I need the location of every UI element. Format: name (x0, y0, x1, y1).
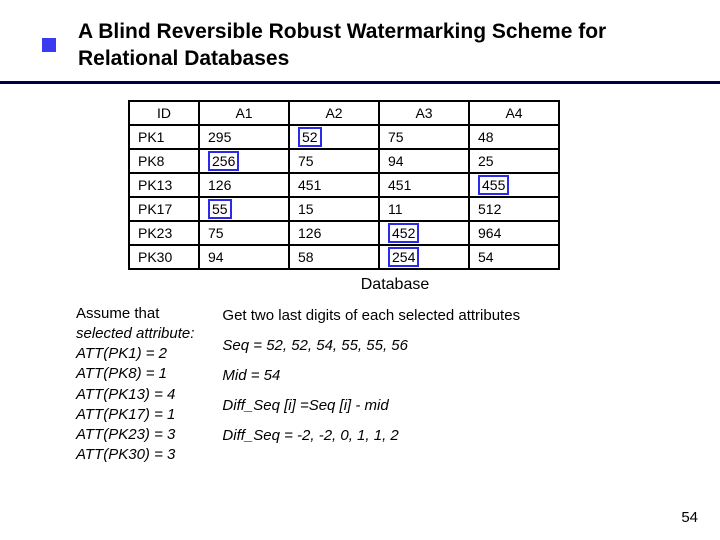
cell-a3: 75 (379, 125, 469, 149)
cell-a2: 58 (289, 245, 379, 269)
cell-a4: 48 (469, 125, 559, 149)
slide-header: A Blind Reversible Robust Watermarking S… (0, 0, 720, 84)
highlight-box: 256 (208, 151, 239, 171)
highlight-box: 455 (478, 175, 509, 195)
cell-a4: 964 (469, 221, 559, 245)
col-a4: A4 (469, 101, 559, 125)
att-line: ATT(PK8) = 1 (76, 364, 194, 384)
data-table-wrap: ID A1 A2 A3 A4 PK1295527548PK8256759425P… (128, 100, 720, 270)
table-row: PK309458 254 54 (129, 245, 559, 269)
cell-id: PK1 (129, 125, 199, 149)
diff-formula: Diff_Seq [i] =Seq [i] - mid (222, 394, 520, 418)
att-line: ATT(PK23) = 3 (76, 425, 194, 445)
cell-id: PK23 (129, 221, 199, 245)
att-line: ATT(PK17) = 1 (76, 405, 194, 425)
cell-a4: 25 (469, 149, 559, 173)
att-line: ATT(PK13) = 4 (76, 385, 194, 405)
cell-a2: 15 (289, 197, 379, 221)
col-a2: A2 (289, 101, 379, 125)
col-a3: A3 (379, 101, 469, 125)
lower-content: Assume that selected attribute: ATT(PK1)… (0, 304, 720, 466)
diff-seq: Diff_Seq = -2, -2, 0, 1, 1, 2 (222, 424, 520, 448)
table-row: PK2375126 452 964 (129, 221, 559, 245)
cell-a2: 126 (289, 221, 379, 245)
cell-a1: 256 (199, 149, 289, 173)
col-id: ID (129, 101, 199, 125)
table-caption: Database (70, 276, 720, 294)
cell-a3: 254 (379, 245, 469, 269)
page-number: 54 (681, 509, 698, 526)
cell-a3: 11 (379, 197, 469, 221)
cell-a1: 126 (199, 173, 289, 197)
table-row: PK8 256 759425 (129, 149, 559, 173)
highlight-box: 52 (298, 127, 322, 147)
cell-a3: 94 (379, 149, 469, 173)
cell-id: PK30 (129, 245, 199, 269)
att-line: ATT(PK1) = 2 (76, 344, 194, 364)
cell-a1: 55 (199, 197, 289, 221)
cell-a2: 75 (289, 149, 379, 173)
table-header-row: ID A1 A2 A3 A4 (129, 101, 559, 125)
assumptions-block: Assume that selected attribute: ATT(PK1)… (76, 304, 194, 466)
cell-a1: 75 (199, 221, 289, 245)
highlight-box: 452 (388, 223, 419, 243)
col-a1: A1 (199, 101, 289, 125)
table-row: PK13126451451455 (129, 173, 559, 197)
cell-a4: 54 (469, 245, 559, 269)
derivation-block: Get two last digits of each selected att… (222, 304, 520, 466)
mid-text: Mid = 54 (222, 364, 520, 388)
selected-attr-label: selected attribute: (76, 324, 194, 344)
cell-a2: 451 (289, 173, 379, 197)
cell-a3: 452 (379, 221, 469, 245)
table-row: PK1295 52 7548 (129, 125, 559, 149)
cell-a3: 451 (379, 173, 469, 197)
att-line: ATT(PK30) = 3 (76, 445, 194, 465)
highlight-box: 55 (208, 199, 232, 219)
cell-id: PK17 (129, 197, 199, 221)
data-table: ID A1 A2 A3 A4 PK1295527548PK8256759425P… (128, 100, 560, 270)
cell-a1: 94 (199, 245, 289, 269)
seq-text: Seq = 52, 52, 54, 55, 55, 56 (222, 334, 520, 358)
cell-id: PK13 (129, 173, 199, 197)
cell-a1: 295 (199, 125, 289, 149)
cell-a4: 512 (469, 197, 559, 221)
highlight-box: 254 (388, 247, 419, 267)
table-row: PK17 55 1511512 (129, 197, 559, 221)
cell-a2: 52 (289, 125, 379, 149)
step-text: Get two last digits of each selected att… (222, 304, 520, 328)
bullet-icon (42, 38, 56, 52)
slide-title: A Blind Reversible Robust Watermarking S… (78, 18, 688, 73)
assume-text: Assume that (76, 304, 194, 324)
cell-a4: 455 (469, 173, 559, 197)
cell-id: PK8 (129, 149, 199, 173)
